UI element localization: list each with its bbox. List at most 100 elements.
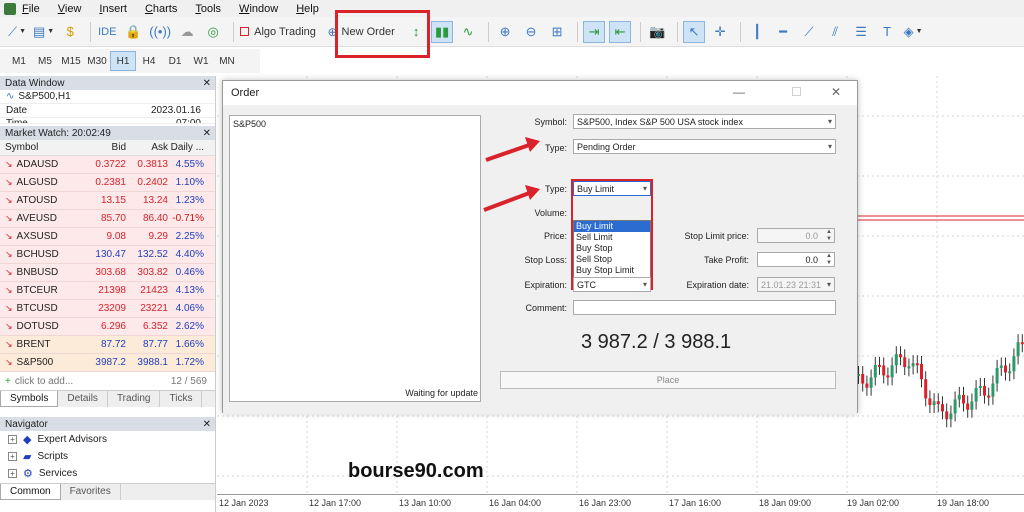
expand-icon[interactable]: + <box>8 435 17 444</box>
candle <box>945 411 949 420</box>
algo-trading-button[interactable]: Algo Trading <box>239 21 317 43</box>
navigator-item[interactable]: + ⚙ Services <box>0 465 215 482</box>
timeframe-h4[interactable]: H4 <box>136 51 162 71</box>
trend-down-icon: ↘ <box>5 159 13 169</box>
close-icon[interactable]: ✕ <box>203 128 211 139</box>
auto-scroll-icon[interactable]: ⇥ <box>583 20 606 43</box>
ide-button[interactable]: IDE <box>96 21 118 43</box>
trend-down-icon: ↘ <box>5 321 13 331</box>
col-ask[interactable]: Ask <box>126 142 168 153</box>
timeframe-mn[interactable]: MN <box>214 51 240 71</box>
table-row[interactable]: ↘ BTCEUR 21398 21423 4.13% <box>0 282 215 300</box>
crosshair-icon[interactable]: ✛ <box>709 21 731 43</box>
shapes-icon[interactable]: ◈ ▼ <box>902 21 924 43</box>
stop-limit-input[interactable]: 0.0 ▲ ▼ <box>757 228 835 243</box>
trendline-icon[interactable]: ⟋ <box>798 21 820 43</box>
expand-icon[interactable]: + <box>8 452 17 461</box>
menu-bar: File View Insert Charts Tools Window Help <box>0 0 1024 17</box>
fibonacci-icon[interactable]: ☰ <box>850 21 872 43</box>
cloud-icon[interactable]: ☁ <box>176 21 198 43</box>
candle <box>953 399 957 414</box>
market-watch-title: Market Watch: 20:02:49 ✕ <box>0 126 215 140</box>
table-row[interactable]: ↘ ATOUSD 13.15 13.24 1.23% <box>0 192 215 210</box>
menu-tools[interactable]: Tools <box>195 3 221 15</box>
col-symbol[interactable]: Symbol <box>0 142 86 153</box>
close-icon[interactable]: ✕ <box>203 419 211 430</box>
screenshot-icon[interactable]: 📷 <box>646 21 668 43</box>
bar-chart-icon[interactable]: ▮▮ <box>431 20 454 43</box>
navigator-tabs: Common Favorites <box>0 483 215 500</box>
vps-icon[interactable]: ◎ <box>202 21 224 43</box>
table-row[interactable]: ↘ ADAUSD 0.3722 0.3813 4.55% <box>0 156 215 174</box>
table-row[interactable]: ↘ BNBUSD 303.68 303.82 0.46% <box>0 264 215 282</box>
chart-shift-icon[interactable]: ⇤ <box>609 20 632 43</box>
comment-input[interactable] <box>573 300 836 315</box>
table-row[interactable]: ↘ ALGUSD 0.2381 0.2402 1.10% <box>0 174 215 192</box>
take-profit-input[interactable]: 0.0 ▲ ▼ <box>757 252 835 267</box>
zoom-in-icon[interactable]: ⊕ <box>494 21 516 43</box>
table-row[interactable]: ↘ AVEUSD 85.70 86.40 -0.71% <box>0 210 215 228</box>
menu-insert[interactable]: Insert <box>99 3 127 15</box>
tab-favorites[interactable]: Favorites <box>61 484 121 500</box>
menu-file[interactable]: File <box>22 3 40 15</box>
timeframe-d1[interactable]: D1 <box>162 51 188 71</box>
candle <box>899 354 902 358</box>
menu-window[interactable]: Window <box>239 3 278 15</box>
chart-type-button[interactable]: ⟋ ▼ <box>6 21 28 43</box>
vertical-line-icon[interactable]: ┃ <box>746 21 768 43</box>
tab-ticks[interactable]: Ticks <box>160 391 203 407</box>
timeframe-w1[interactable]: W1 <box>188 51 214 71</box>
add-symbol-input[interactable]: + click to add... <box>5 376 73 387</box>
col-bid[interactable]: Bid <box>86 142 126 153</box>
chart-template-button[interactable]: ▤ ▼ <box>32 21 55 43</box>
lock-icon[interactable]: 🔒 <box>122 21 144 43</box>
timeframe-m30[interactable]: M30 <box>84 51 110 71</box>
navigator-item[interactable]: + ▰ Scripts <box>0 448 215 465</box>
table-row[interactable]: ↘ AXSUSD 9.08 9.29 2.25% <box>0 228 215 246</box>
zoom-out-icon[interactable]: ⊖ <box>520 21 542 43</box>
tab-symbols[interactable]: Symbols <box>0 391 59 407</box>
expiration-select[interactable]: GTC ▾ <box>573 277 651 292</box>
table-row[interactable]: ↘ BCHUSD 130.47 132.52 4.40% <box>0 246 215 264</box>
expand-icon[interactable]: + <box>8 469 17 478</box>
symbol-select[interactable]: S&P500, Index S&P 500 USA stock index ▾ <box>573 114 836 129</box>
table-row[interactable]: ↘ S&P500 3987.2 3988.1 1.72% <box>0 354 215 372</box>
table-row[interactable]: ↘ BRENT 87.72 87.77 1.66% <box>0 336 215 354</box>
candle <box>978 386 982 389</box>
order-type-select[interactable]: Pending Order ▾ <box>573 139 836 154</box>
timeframe-m5[interactable]: M5 <box>32 51 58 71</box>
grid-icon[interactable]: ⊞ <box>546 21 568 43</box>
timeframe-m15[interactable]: M15 <box>58 51 84 71</box>
tab-details[interactable]: Details <box>58 391 108 407</box>
horizontal-line-icon[interactable]: ━ <box>772 21 794 43</box>
main-toolbar: ⟋ ▼ ▤ ▼ $ IDE 🔒 ((•)) ☁ ◎ Algo Trading ⊕ Ne… <box>0 17 1024 47</box>
text-icon[interactable]: T <box>876 21 898 43</box>
table-row[interactable]: ↘ DOTUSD 6.296 6.352 2.62% <box>0 318 215 336</box>
candle <box>894 354 898 366</box>
navigator-item[interactable]: + ◆ Expert Advisors <box>0 431 215 448</box>
chart-line-icon: ∿ <box>6 91 15 102</box>
cursor-icon[interactable]: ↖ <box>683 20 706 43</box>
channel-icon[interactable]: ⫽ <box>824 21 846 43</box>
signal-icon[interactable]: ((•)) <box>148 21 172 43</box>
tab-trading[interactable]: Trading <box>108 391 161 407</box>
minimize-icon[interactable]: — <box>733 85 745 99</box>
menu-view[interactable]: View <box>58 3 82 15</box>
table-row[interactable]: ↘ BTCUSD 23209 23221 4.06% <box>0 300 215 318</box>
close-icon[interactable]: ✕ <box>831 85 841 99</box>
timeframe-m1[interactable]: M1 <box>6 51 32 71</box>
close-icon[interactable]: ✕ <box>203 78 211 89</box>
candle <box>903 357 907 368</box>
menu-help[interactable]: Help <box>296 3 319 15</box>
col-daily[interactable]: Daily ... <box>168 142 208 153</box>
menu-charts[interactable]: Charts <box>145 3 177 15</box>
place-button[interactable]: Place <box>500 371 836 389</box>
trend-down-icon: ↘ <box>5 285 13 295</box>
tab-common[interactable]: Common <box>0 484 61 500</box>
new-order-highlight <box>335 10 430 58</box>
maximize-icon[interactable]: ☐ <box>791 85 802 99</box>
expiration-date-input[interactable]: 21.01.23 21:31 ▾ <box>757 277 835 292</box>
timeframe-h1[interactable]: H1 <box>110 51 136 71</box>
line-chart-icon[interactable]: ∿ <box>457 21 479 43</box>
dollar-icon[interactable]: $ <box>59 21 81 43</box>
